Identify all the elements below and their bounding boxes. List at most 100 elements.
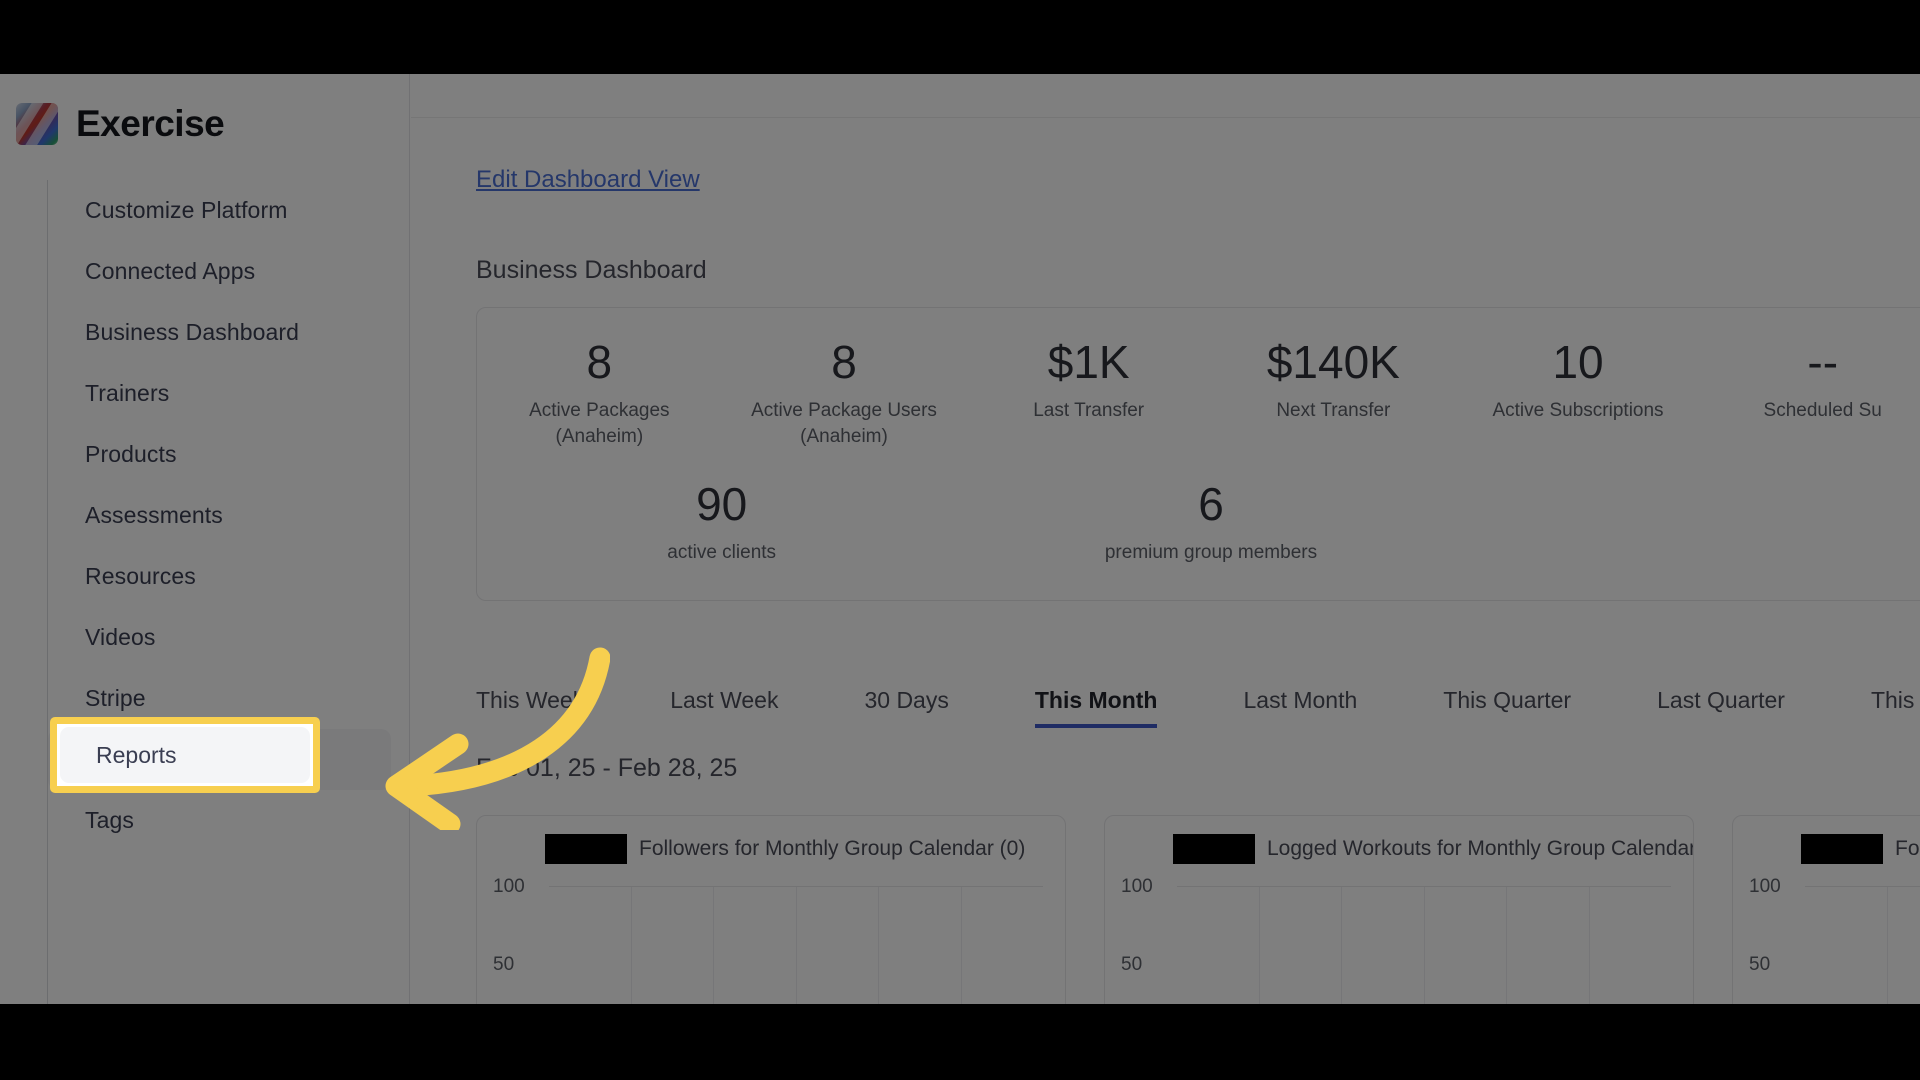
screenshot-stage: Exercise Customize Platform Connected Ap…	[0, 0, 1920, 1080]
kpi-row-secondary: 90 active clients 6 premium group member…	[477, 477, 1920, 566]
tab-last-month[interactable]: Last Month	[1243, 687, 1357, 728]
tab-this-quarter[interactable]: This Quarter	[1443, 687, 1571, 728]
chart-card-logged-workouts: Logged Workouts for Monthly Group Calend…	[1104, 814, 1694, 1004]
kpi-value: 10	[1552, 336, 1604, 388]
page-title: Business Dashboard	[476, 256, 707, 284]
kpi-row-primary: 8 Active Packages (Anaheim) 8 Active Pac…	[477, 338, 1920, 450]
grid-col	[1260, 886, 1342, 1004]
grid-col	[962, 887, 1044, 1004]
tab-this-month[interactable]: This Month	[1034, 687, 1158, 728]
kpi-last-transfer: $1K Last Transfer	[966, 338, 1211, 424]
tab-this-week[interactable]: This Week	[476, 687, 584, 728]
sidebar-item-customize-platform[interactable]: Customize Platform	[48, 180, 409, 241]
top-bar	[411, 74, 1920, 118]
grid-col	[632, 886, 714, 1004]
tab-last-quarter[interactable]: Last Quarter	[1657, 687, 1785, 728]
grid-col	[797, 886, 879, 1004]
application-window: Exercise Customize Platform Connected Ap…	[0, 74, 1920, 1004]
sidebar-item-connected-apps[interactable]: Connected Apps	[48, 241, 409, 302]
chart-gridlines	[549, 885, 1044, 1004]
y-axis-tick-50: 50	[493, 953, 515, 975]
grid-col	[1888, 887, 1920, 1004]
grid-col	[549, 886, 632, 1004]
kpi-label: premium group members	[1104, 541, 1318, 563]
kpi-label: Next Transfer	[1276, 400, 1391, 422]
sidebar-item-resources[interactable]: Resources	[48, 546, 409, 607]
letterbox-bottom	[0, 1004, 1920, 1080]
kpi-value: 6	[1198, 477, 1224, 530]
sidebar-item-products[interactable]: Products	[48, 424, 409, 485]
kpi-value: 8	[586, 336, 613, 388]
y-axis-tick-50: 50	[1749, 953, 1771, 975]
letterbox-top	[0, 0, 1920, 74]
tab-last-week[interactable]: Last Week	[670, 687, 778, 728]
kpi-active-packages: 8 Active Packages (Anaheim)	[477, 338, 722, 450]
kpi-value: $140K	[1266, 336, 1400, 388]
kpi-active-subscriptions: 10 Active Subscriptions	[1456, 338, 1701, 424]
kpi-label: Active Packages (Anaheim)	[529, 400, 670, 447]
kpi-label: Scheduled Su	[1763, 400, 1882, 422]
chart-header: Followers for Monthly Group Calendar (0)	[493, 833, 1049, 864]
sidebar-item-tags[interactable]: Tags	[48, 790, 409, 851]
chart-header: Followe	[1749, 833, 1920, 864]
chart-title: Followers for Monthly Group Calendar (0)	[639, 836, 1026, 860]
highlighted-sidebar-item-label[interactable]: Reports	[60, 727, 310, 783]
brand-name: Exercise	[76, 103, 225, 144]
edit-dashboard-view-link[interactable]: Edit Dashboard View	[476, 166, 700, 194]
gradient-chevron-logo-icon	[16, 103, 58, 145]
tab-this-year[interactable]: This Ye	[1871, 687, 1920, 728]
tab-30-days[interactable]: 30 Days	[864, 687, 948, 728]
kpi-label: Active Subscriptions	[1492, 400, 1664, 422]
chart-header: Logged Workouts for Monthly Group Calend…	[1121, 833, 1693, 864]
redacted-block-icon	[545, 833, 627, 864]
chart-plot: 100 50	[1749, 876, 1920, 1004]
chart-plot: 100 50	[1121, 876, 1677, 1004]
chart-row: Followers for Monthly Group Calendar (0)…	[476, 814, 1920, 1004]
kpi-active-clients: 90 active clients	[477, 477, 966, 566]
chart-title: Followe	[1895, 836, 1920, 860]
grid-col	[1805, 886, 1888, 1004]
kpi-label: Active Package Users (Anaheim)	[751, 400, 937, 447]
kpi-value: $1K	[1047, 336, 1130, 388]
highlight-box-reports[interactable]: Reports	[50, 717, 320, 793]
sidebar-item-business-dashboard[interactable]: Business Dashboard	[48, 302, 409, 363]
main-content: Edit Dashboard View Business Dashboard 8…	[411, 74, 1920, 1004]
kpi-active-package-users: 8 Active Package Users (Anaheim)	[722, 338, 967, 450]
sidebar-item-videos[interactable]: Videos	[48, 607, 409, 668]
kpi-card: 8 Active Packages (Anaheim) 8 Active Pac…	[476, 307, 1920, 601]
sidebar-item-assessments[interactable]: Assessments	[48, 485, 409, 546]
kpi-value: 8	[831, 336, 857, 388]
kpi-next-transfer: $140K Next Transfer	[1211, 338, 1456, 424]
y-axis-tick-100: 100	[493, 875, 525, 897]
y-axis-tick-50: 50	[1121, 953, 1143, 975]
chart-plot: 100 50	[493, 876, 1049, 1004]
kpi-premium-group-members: 6 premium group members	[966, 477, 1455, 566]
chart-card-followers: Followers for Monthly Group Calendar (0)…	[476, 814, 1066, 1004]
kpi-label: active clients	[667, 541, 777, 563]
grid-col	[714, 886, 797, 1004]
grid-col	[1342, 886, 1425, 1004]
grid-col	[1590, 887, 1672, 1004]
kpi-label: Last Transfer	[1033, 400, 1145, 422]
kpi-value: 90	[696, 477, 748, 530]
grid-col	[1507, 886, 1590, 1004]
grid-col	[1425, 886, 1507, 1004]
chart-gridlines	[1177, 885, 1672, 1004]
chart-card-followers-secondary: Followe 100 50	[1732, 814, 1920, 1004]
brand: Exercise	[0, 74, 409, 152]
sidebar: Exercise Customize Platform Connected Ap…	[0, 74, 410, 1004]
date-range-tabs: This Week Last Week 30 Days This Month L…	[476, 687, 1920, 728]
grid-col	[1177, 886, 1260, 1004]
kpi-value: --	[1807, 336, 1839, 388]
kpi-scheduled-subscriptions: -- Scheduled Su	[1700, 338, 1920, 424]
sidebar-item-trainers[interactable]: Trainers	[48, 363, 409, 424]
grid-col	[879, 886, 962, 1004]
redacted-block-icon	[1173, 833, 1255, 864]
y-axis-tick-100: 100	[1749, 875, 1781, 897]
nav-rail-divider	[47, 180, 48, 1004]
redacted-block-icon	[1801, 833, 1883, 864]
chart-gridlines	[1805, 885, 1920, 1004]
date-range-label: Feb 01, 25 - Feb 28, 25	[476, 753, 738, 782]
chart-title: Logged Workouts for Monthly Group Calend…	[1267, 836, 1694, 860]
y-axis-tick-100: 100	[1121, 875, 1153, 897]
